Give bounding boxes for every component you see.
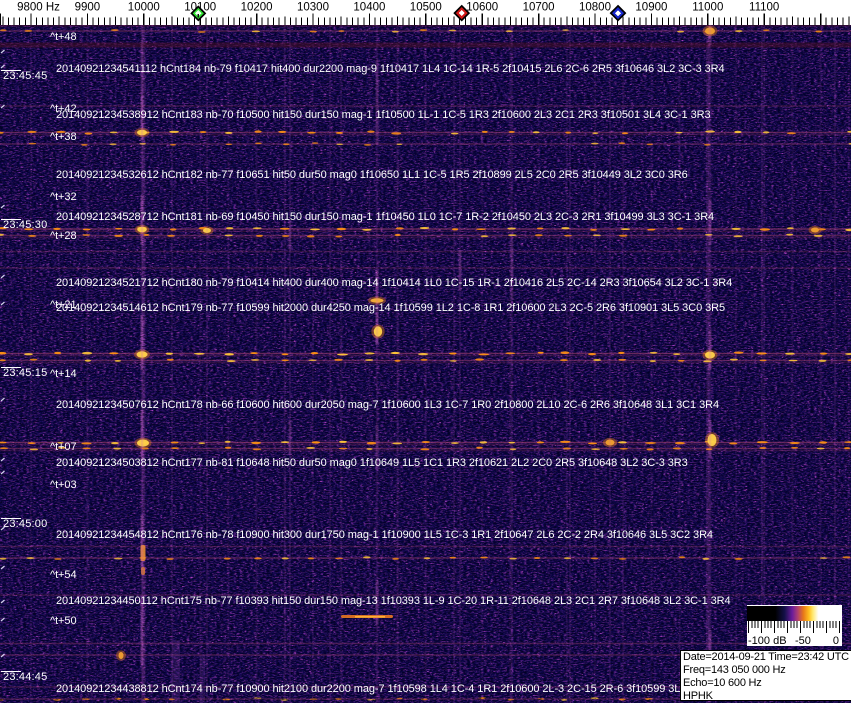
svg-text:9900: 9900 [75,2,101,14]
svg-text:-100 dB: -100 dB [748,635,787,646]
svg-text:9800 Hz: 9800 Hz [17,2,60,14]
svg-text:0: 0 [833,635,839,646]
svg-text:11100: 11100 [749,2,779,14]
svg-text:10600: 10600 [466,2,498,14]
svg-text:10800: 10800 [579,2,611,14]
svg-text:10700: 10700 [523,2,555,14]
svg-text:10400: 10400 [353,2,385,14]
svg-text:10500: 10500 [410,2,442,14]
svg-text:11000: 11000 [692,2,723,14]
svg-text:10000: 10000 [128,2,160,14]
svg-text:10200: 10200 [241,2,273,14]
svg-text:10300: 10300 [297,2,329,14]
svg-text:-50: -50 [795,635,811,646]
svg-text:10900: 10900 [635,2,667,14]
